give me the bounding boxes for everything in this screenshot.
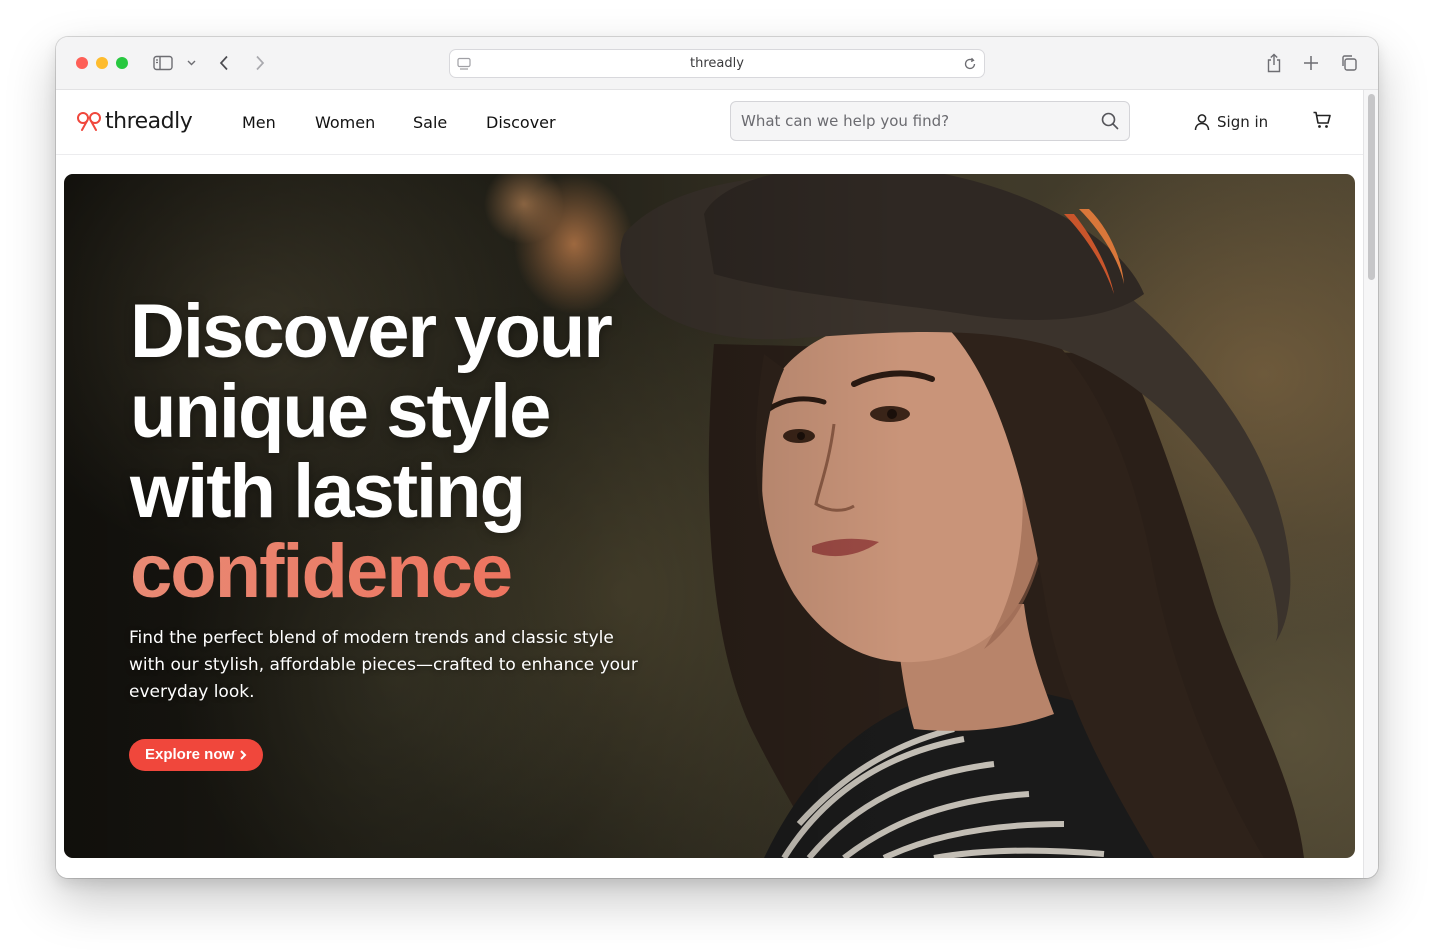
close-window-button[interactable] [76,57,88,69]
chevron-right-icon [240,750,247,760]
nav-discover[interactable]: Discover [486,90,556,155]
address-bar[interactable]: threadly [449,49,985,78]
nav-discover-link[interactable]: Discover [486,113,556,132]
logo-ribbon-icon [77,112,101,131]
search-input[interactable] [731,102,1091,140]
headline-line-1: Discover your [130,289,613,374]
nav-women[interactable]: Women [315,90,375,155]
logo[interactable]: threadly [76,105,193,137]
url-text: threadly [690,56,744,71]
sign-in-label: Sign in [1217,113,1269,131]
scrollbar-thumb[interactable] [1368,94,1375,280]
zoom-window-button[interactable] [116,57,128,69]
headline-accent: confidence [130,532,690,612]
headline-line-2: unique style [130,369,551,454]
forward-arrow-icon[interactable] [252,54,268,72]
nav-men[interactable]: Men [242,90,276,155]
nav-sale[interactable]: Sale [413,90,447,155]
hero-headline: Discover your unique style with lasting … [130,292,690,612]
back-arrow-icon[interactable] [216,54,232,72]
nav-men-link[interactable]: Men [242,113,276,132]
sidebar-toggle-icon[interactable] [152,54,174,72]
nav-women-link[interactable]: Women [315,113,375,132]
new-tab-icon[interactable] [1302,53,1320,73]
site-header: threadly Men Women Sale Discover Sign in [56,90,1363,155]
explore-now-label: Explore now [145,746,235,763]
explore-now-button[interactable]: Explore now [129,739,264,771]
share-icon[interactable] [1264,52,1284,74]
hero-banner: Discover your unique style with lasting … [64,174,1355,858]
sign-in-button[interactable]: Sign in [1193,108,1268,136]
search-box[interactable] [730,101,1130,141]
chevron-down-icon[interactable] [185,58,197,68]
browser-window: threadly threadly Men Women Sale Discove… [56,37,1378,878]
user-icon [1194,114,1210,131]
search-icon[interactable] [1101,112,1119,135]
page-scrollbar[interactable] [1363,90,1378,878]
cart-icon[interactable] [1312,110,1334,132]
browser-toolbar: threadly [56,37,1378,90]
nav-sale-link[interactable]: Sale [413,113,447,132]
tab-overview-icon[interactable] [1339,53,1359,73]
minimize-window-button[interactable] [96,57,108,69]
logo-text: threadly [105,108,193,134]
hero-subtext: Find the perfect blend of modern trends … [129,628,638,702]
page-content: threadly Men Women Sale Discover Sign in [56,90,1363,878]
reload-icon[interactable] [962,56,978,72]
headline-line-3: with lasting [130,449,526,534]
